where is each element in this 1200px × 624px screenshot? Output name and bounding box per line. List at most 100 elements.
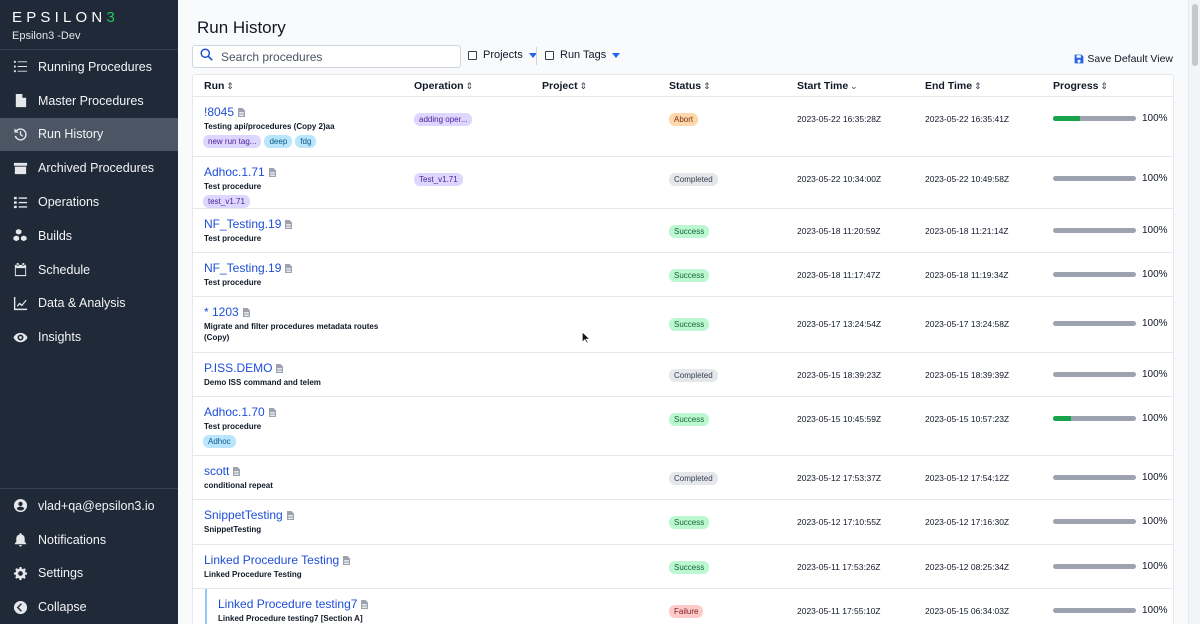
column-project[interactable]: Project ⇕ (542, 80, 587, 92)
operation-tag[interactable]: Test_v1.71 (414, 173, 463, 186)
document-icon[interactable] (268, 167, 276, 177)
sidebar-item-builds[interactable]: Builds (0, 219, 178, 253)
table-row[interactable]: Adhoc.1.70 Test procedure Adhoc Success 2023… (193, 397, 1173, 456)
document-icon[interactable] (285, 219, 293, 229)
history-icon (12, 126, 28, 142)
sidebar-item-run-history[interactable]: Run History (0, 117, 178, 152)
run-link[interactable]: NF_Testing.19 (204, 217, 293, 231)
run-tag[interactable]: new run tag... (203, 135, 262, 148)
status-badge: Success (669, 225, 710, 238)
table-row[interactable]: scott conditional repeat Completed 2023-05-… (193, 456, 1173, 500)
table-row[interactable]: Adhoc.1.71 Test procedure test_v1.71 Test_v… (193, 157, 1173, 209)
progress-bar (1053, 416, 1136, 421)
run-name: Linked Procedure testing7 (218, 597, 358, 611)
progress-percent: 100% (1142, 413, 1168, 424)
search-box[interactable] (192, 45, 461, 68)
status-badge: Success (669, 269, 710, 282)
main-content: Run History Projects Run Tags Save Defau… (178, 0, 1188, 624)
sidebar-item-settings[interactable]: Settings (0, 556, 178, 590)
procedure-name: Linked Procedure Testing (204, 570, 302, 579)
column-start-time[interactable]: Start Time ⌄ (797, 80, 858, 92)
column-operation[interactable]: Operation ⇕ (414, 80, 473, 92)
logo-text: EPSILON (12, 9, 107, 26)
save-default-view-button[interactable]: Save Default View (1074, 53, 1173, 65)
sidebar-item-notifications[interactable]: Notifications (0, 523, 178, 557)
column-status[interactable]: Status ⇕ (669, 80, 711, 92)
progress-percent: 100% (1142, 225, 1168, 236)
table-row[interactable]: !8045 Testing api/procedures (Copy 2)aa ne… (193, 97, 1173, 157)
sidebar-item-schedule[interactable]: Schedule (0, 253, 178, 287)
run-tag[interactable]: fdg (295, 135, 317, 148)
document-icon[interactable] (233, 466, 241, 476)
sidebar-item-master-procedures[interactable]: Master Procedures (0, 84, 178, 118)
progress-percent: 100% (1142, 269, 1168, 280)
run-name: Adhoc.1.71 (204, 165, 265, 179)
run-link[interactable]: Adhoc.1.71 (204, 165, 276, 179)
run-name: Adhoc.1.70 (204, 405, 265, 419)
run-name: Linked Procedure Testing (204, 553, 340, 567)
run-tag[interactable]: test_v1.71 (203, 195, 250, 208)
run-link[interactable]: Linked Procedure Testing (204, 553, 351, 567)
run-link[interactable]: Adhoc.1.70 (204, 405, 276, 419)
column-progress-label: Progress (1053, 80, 1099, 92)
table-row[interactable]: SnippetTesting SnippetTesting Success 2023-… (193, 500, 1173, 545)
run-link[interactable]: * 1203 (204, 305, 250, 319)
sidebar-item-vlad-qa-epsilon3-io[interactable]: vlad+qa@epsilon3.io (0, 489, 178, 523)
run-link[interactable]: SnippetTesting (204, 508, 294, 522)
sidebar-item-label: Builds (38, 228, 73, 243)
table-row[interactable]: Linked Procedure testing7 Linked Procedur… (193, 589, 1173, 624)
sidebar-item-label: Insights (38, 330, 82, 345)
run-name: P.ISS.DEMO (204, 361, 273, 375)
column-run[interactable]: Run ⇕ (204, 80, 234, 92)
sidebar-item-collapse[interactable]: Collapse (0, 590, 178, 624)
operation-tag[interactable]: adding oper... (414, 113, 473, 126)
document-icon[interactable] (361, 599, 369, 609)
sidebar-item-archived-procedures[interactable]: Archived Procedures (0, 151, 178, 185)
document-icon[interactable] (242, 307, 250, 317)
save-icon (1075, 54, 1084, 64)
column-end-time[interactable]: End Time ⇕ (925, 80, 982, 92)
brand: EPSILON3 Epsilon3 -Dev (0, 0, 178, 50)
sidebar-item-data-analysis[interactable]: Data & Analysis (0, 287, 178, 321)
sidebar-item-operations[interactable]: Operations (0, 185, 178, 219)
table-row[interactable]: NF_Testing.19 Test procedure Success 2023-0… (193, 209, 1173, 253)
cubes-icon (12, 228, 28, 244)
run-link[interactable]: Linked Procedure testing7 (218, 597, 369, 611)
projects-checkbox[interactable] (468, 50, 477, 60)
document-icon[interactable] (276, 363, 284, 373)
run-tag[interactable]: deep (264, 135, 293, 148)
document-icon[interactable] (286, 510, 294, 520)
arrow-left-circle-icon (12, 599, 28, 615)
run-link[interactable]: NF_Testing.19 (204, 261, 293, 275)
run-link[interactable]: !8045 (204, 105, 246, 119)
sidebar-item-insights[interactable]: Insights (0, 320, 178, 354)
progress-percent: 100% (1142, 605, 1168, 616)
progress-percent: 100% (1142, 516, 1168, 527)
table-row[interactable]: NF_Testing.19 Test procedure Success 2023-0… (193, 253, 1173, 297)
document-icon[interactable] (268, 407, 276, 417)
table-row[interactable]: P.ISS.DEMO Demo ISS command and telem Comp… (193, 353, 1173, 397)
table-row[interactable]: Linked Procedure Testing Linked Procedure… (193, 545, 1173, 589)
table-row[interactable]: * 1203 Migrate and filter procedures meta… (193, 297, 1173, 353)
document-icon[interactable] (285, 263, 293, 273)
sidebar-item-label: vlad+qa@epsilon3.io (38, 498, 155, 513)
column-progress[interactable]: Progress ⇕ (1053, 80, 1108, 92)
document-icon[interactable] (238, 107, 246, 117)
run-tags: new run tag... deep fdg (203, 135, 317, 148)
run-tags-filter[interactable]: Run Tags (545, 49, 621, 61)
scrollbar-thumb[interactable] (1192, 4, 1198, 66)
logo[interactable]: EPSILON3 (12, 9, 178, 26)
document-icon[interactable] (343, 555, 351, 565)
sidebar-item-label: Operations (38, 195, 100, 210)
progress-bar (1053, 519, 1136, 524)
search-input[interactable] (221, 49, 451, 64)
page-scrollbar[interactable] (1188, 0, 1200, 624)
run-tags-checkbox[interactable] (545, 50, 554, 60)
status-badge: Success (669, 516, 710, 529)
run-link[interactable]: P.ISS.DEMO (204, 361, 284, 375)
projects-filter[interactable]: Projects (468, 49, 537, 61)
run-link[interactable]: scott (204, 464, 241, 478)
sidebar-item-running-procedures[interactable]: Running Procedures (0, 50, 178, 84)
run-tag[interactable]: Adhoc (203, 435, 236, 448)
progress-bar (1053, 475, 1136, 480)
